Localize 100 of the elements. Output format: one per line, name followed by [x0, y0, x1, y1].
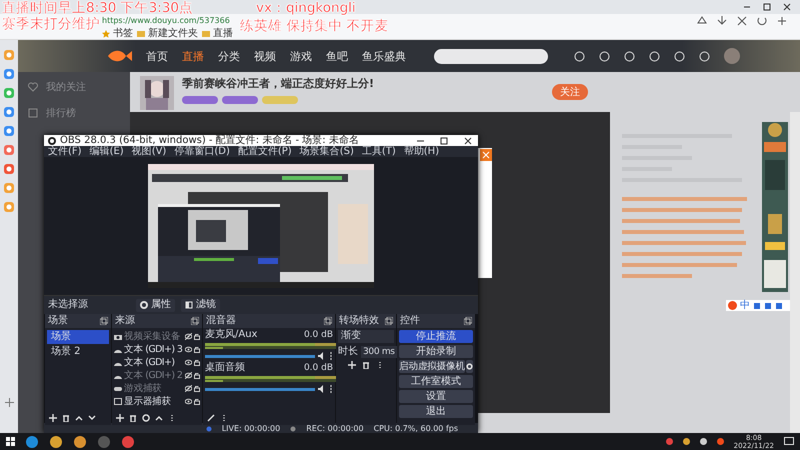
app-icon[interactable]: [4, 69, 14, 79]
game-app-icon[interactable]: [73, 434, 87, 448]
trash-icon[interactable]: [62, 414, 70, 422]
star-icon[interactable]: [102, 30, 110, 38]
nav-link[interactable]: 分类: [218, 48, 240, 64]
filters-button[interactable]: 滤镜: [181, 298, 220, 312]
gear-icon[interactable]: [142, 414, 150, 422]
menu-item[interactable]: 编辑(E): [90, 146, 124, 157]
header-icon[interactable]: [624, 50, 635, 62]
app-icon[interactable]: [4, 145, 14, 155]
eye-off-icon[interactable]: [185, 333, 192, 340]
control-button[interactable]: 启动虚拟摄像机: [399, 360, 465, 373]
lock-icon[interactable]: [194, 398, 200, 405]
more-icon[interactable]: [329, 385, 333, 393]
app-icon[interactable]: [121, 434, 135, 448]
eye-icon[interactable]: [185, 346, 192, 353]
eye-off-icon[interactable]: [185, 385, 192, 392]
nav-link[interactable]: 鱼乐盛典: [362, 48, 406, 64]
app-icon[interactable]: [4, 164, 14, 174]
header-icon[interactable]: [674, 50, 685, 62]
nav-link[interactable]: 首页: [146, 48, 168, 64]
obs-app-icon[interactable]: [97, 434, 111, 448]
transition-select[interactable]: 渐变: [338, 330, 394, 343]
list-icon[interactable]: [28, 108, 38, 118]
control-button[interactable]: 工作室模式: [399, 375, 473, 388]
maximize-icon[interactable]: [762, 2, 772, 12]
float-dock-icon[interactable]: [324, 317, 332, 325]
menu-item[interactable]: 视图(V): [132, 146, 166, 157]
volume-slider[interactable]: [205, 354, 315, 358]
undo-icon[interactable]: [756, 15, 768, 27]
tray-icon[interactable]: [682, 438, 690, 445]
address-field[interactable]: https://www.douyu.com/537366: [102, 16, 230, 26]
game-app-icon[interactable]: [49, 434, 63, 448]
lock-icon[interactable]: [194, 359, 200, 366]
app-icon[interactable]: [4, 107, 14, 117]
maximize-icon[interactable]: [440, 136, 448, 144]
grid-icon[interactable]: [775, 302, 783, 310]
source-item[interactable]: 文本 (GDI+): [124, 356, 183, 368]
source-item[interactable]: 游戏捕获: [124, 382, 183, 394]
volume-slider[interactable]: [205, 388, 315, 390]
app-icon[interactable]: [4, 126, 14, 136]
header-icon[interactable]: [599, 50, 610, 62]
trash-icon[interactable]: [129, 414, 137, 422]
eye-off-icon[interactable]: [185, 372, 192, 379]
control-button[interactable]: 设置: [399, 390, 473, 403]
browser-app-icon[interactable]: [25, 434, 39, 448]
nav-link[interactable]: 鱼吧: [326, 48, 348, 64]
header-icon[interactable]: [649, 50, 660, 62]
control-button[interactable]: 开始录制: [399, 345, 473, 358]
source-item[interactable]: 文本 (GDI+) 3: [124, 344, 183, 356]
lock-icon[interactable]: [194, 333, 200, 340]
header-icon[interactable]: [699, 50, 710, 62]
nav-link[interactable]: 游戏: [290, 48, 312, 64]
menu-item[interactable]: 停靠窗口(D): [174, 146, 230, 157]
header-icon[interactable]: [574, 50, 585, 62]
menu-item[interactable]: 工具(T): [362, 146, 396, 157]
control-button[interactable]: 退出: [399, 405, 473, 418]
scene-item[interactable]: 场景 2: [47, 345, 109, 359]
download-icon[interactable]: [716, 15, 728, 27]
float-dock-icon[interactable]: [191, 317, 199, 325]
speaker-icon[interactable]: [318, 352, 326, 360]
float-dock-icon[interactable]: [464, 317, 472, 325]
lock-icon[interactable]: [194, 372, 200, 379]
sogou-icon[interactable]: [728, 301, 737, 310]
scissors-icon[interactable]: [736, 15, 748, 27]
ime-mode[interactable]: 中: [740, 300, 750, 311]
close-icon[interactable]: [782, 2, 792, 12]
more-icon[interactable]: [329, 352, 333, 360]
close-icon[interactable]: [464, 136, 472, 144]
control-button[interactable]: 停止推流: [399, 330, 473, 343]
speaker-icon[interactable]: [318, 385, 326, 393]
source-item[interactable]: 显示器捕获: [124, 396, 183, 408]
trash-icon[interactable]: [362, 361, 370, 369]
windows-start-icon[interactable]: [6, 437, 15, 446]
avatar-icon[interactable]: [724, 48, 740, 64]
notification-icon[interactable]: [784, 436, 794, 446]
menu-item[interactable]: 配置文件(P): [238, 146, 292, 157]
heart-icon[interactable]: [28, 82, 38, 92]
obs-logo-icon[interactable]: [48, 136, 56, 144]
menu-item[interactable]: 帮助(H): [404, 146, 440, 157]
bookmark-link[interactable]: 直播: [213, 28, 233, 39]
nav-link[interactable]: 视频: [254, 48, 276, 64]
source-item[interactable]: 视频采集设备: [124, 330, 183, 342]
bookmark-link[interactable]: 新建文件夹: [148, 28, 198, 39]
float-dock-icon[interactable]: [385, 317, 393, 325]
tray-icon[interactable]: [716, 438, 724, 445]
fish-logo-icon[interactable]: [106, 49, 132, 63]
eye-icon[interactable]: [185, 359, 192, 366]
properties-button[interactable]: 属性: [136, 298, 175, 312]
eye-icon[interactable]: [185, 398, 192, 405]
float-dock-icon[interactable]: [100, 317, 108, 325]
down-icon[interactable]: [88, 414, 96, 422]
bookmark-link[interactable]: 书签: [113, 28, 133, 39]
source-item[interactable]: 文本 (GDI+) 2: [124, 370, 183, 382]
lock-icon[interactable]: [194, 346, 200, 353]
add-icon[interactable]: [776, 15, 788, 27]
lock-icon[interactable]: [194, 385, 200, 392]
scene-item[interactable]: 场景: [47, 330, 109, 344]
tray-icon[interactable]: [700, 438, 707, 445]
settings-button[interactable]: [466, 360, 473, 373]
